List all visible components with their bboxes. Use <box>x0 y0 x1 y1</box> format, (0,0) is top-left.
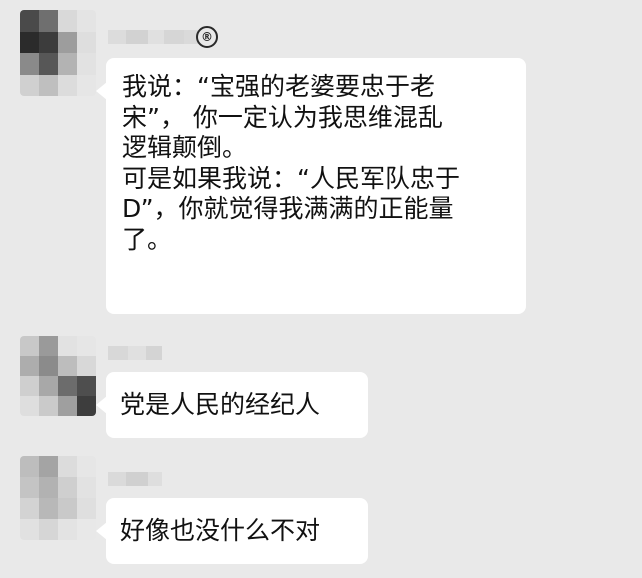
message-bubble[interactable]: 党是人民的经纪人 <box>96 372 368 438</box>
message-text-line: D”，你就觉得我满满的正能量 <box>122 194 454 223</box>
avatar[interactable] <box>20 10 96 96</box>
avatar[interactable] <box>20 456 96 540</box>
message-text-line: 了。 <box>122 224 173 254</box>
message-text-line: 宋”， 你一定认为我思维混乱 <box>122 102 443 132</box>
sender-name <box>108 470 162 488</box>
message-text-line: 逻辑颠倒。 <box>122 133 248 162</box>
sender-name <box>108 28 198 46</box>
avatar[interactable] <box>20 336 96 416</box>
message-bubble[interactable]: 好像也没什么不对 <box>96 498 368 564</box>
message-bubble[interactable]: 我说：“宝强的老婆要忠于老 宋”， 你一定认为我思维混乱 逻辑颠倒。 可是如果我… <box>96 58 526 314</box>
sender-name <box>108 344 162 362</box>
message-text-line: 可是如果我说：“人民军队忠于 <box>122 163 460 193</box>
message-text-line: 好像也没什么不对 <box>120 516 321 545</box>
registered-mark-icon: ® <box>196 26 218 48</box>
message-text-line: 我说：“宝强的老婆要忠于老 <box>122 72 435 101</box>
message-text-line: 党是人民的经纪人 <box>120 390 321 419</box>
